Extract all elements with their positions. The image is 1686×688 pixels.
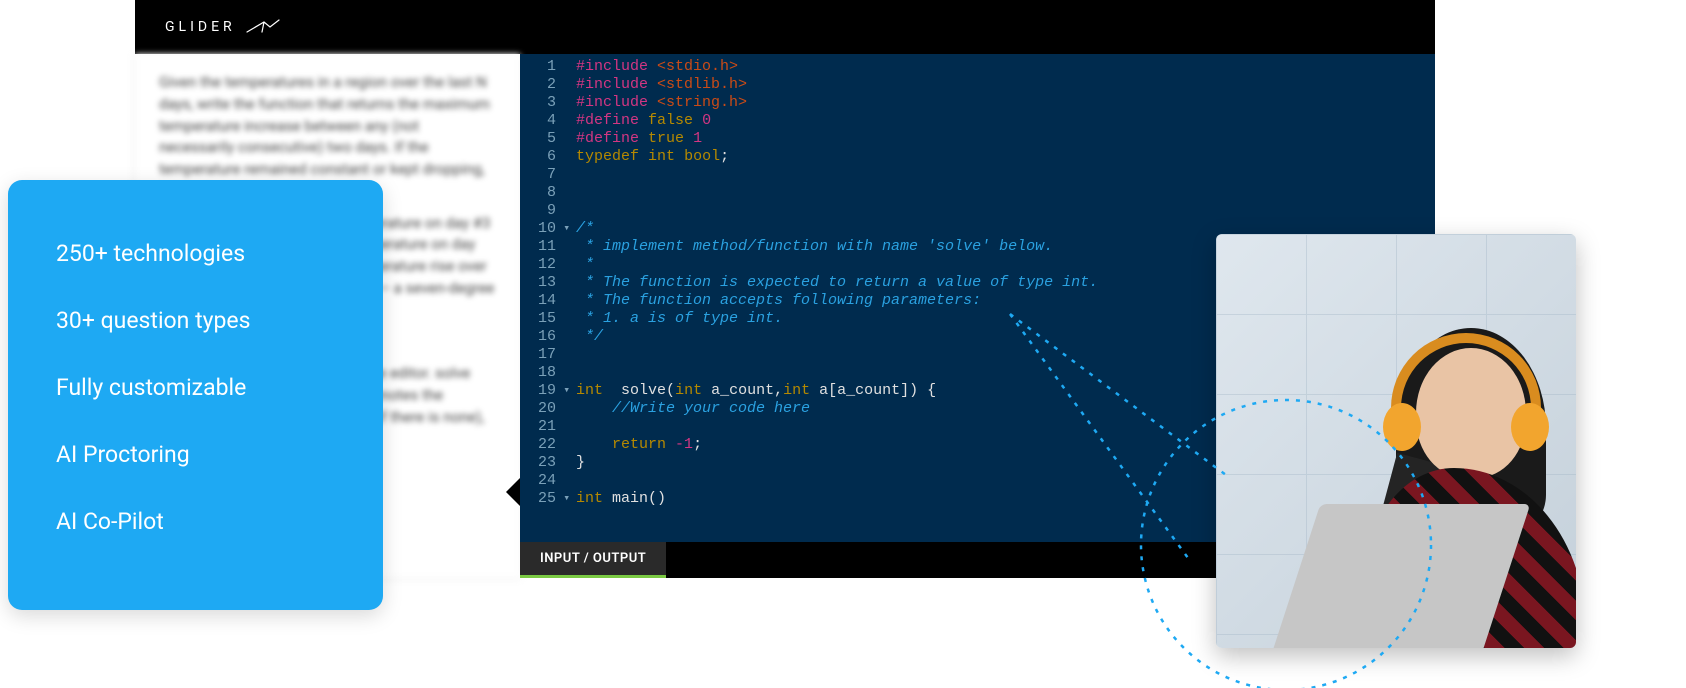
glider-logo-icon (246, 18, 280, 36)
editor-gutter: 1234567891011121314151617181920212223242… (520, 54, 562, 578)
feature-list: 250+ technologies 30+ question types Ful… (56, 240, 335, 535)
proctoring-webcam-card (1216, 234, 1576, 648)
io-tab[interactable]: INPUT / OUTPUT (520, 542, 666, 578)
feature-item: 30+ question types (56, 307, 335, 334)
feature-item: AI Co-Pilot (56, 508, 335, 535)
feature-item: 250+ technologies (56, 240, 335, 267)
feature-card: 250+ technologies 30+ question types Ful… (8, 180, 383, 610)
headphones-icon (1391, 333, 1541, 423)
candidate-illustration (1326, 308, 1576, 648)
app-header: GLIDER (135, 0, 1435, 54)
panel-collapse-handle[interactable] (506, 478, 520, 506)
feature-item: AI Proctoring (56, 441, 335, 468)
brand-name: GLIDER (165, 19, 236, 35)
feature-item: Fully customizable (56, 374, 335, 401)
